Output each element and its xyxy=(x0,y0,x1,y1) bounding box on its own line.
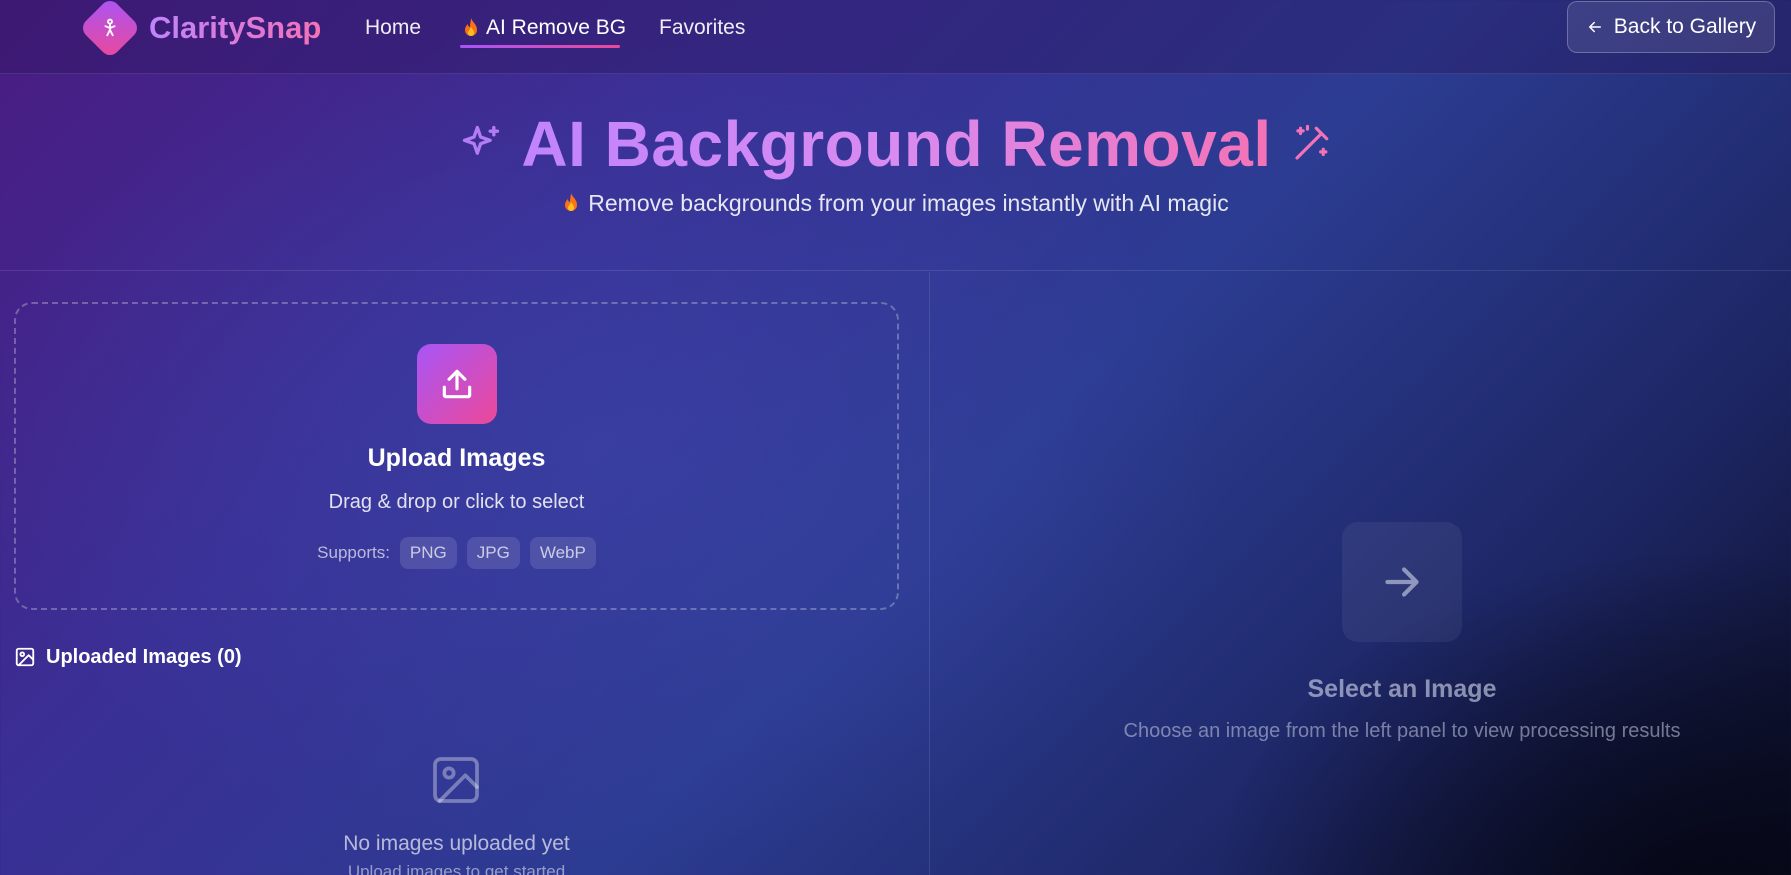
hero-title-row: AI Background Removal xyxy=(0,105,1791,183)
top-nav: ClaritySnap Home AI Remove BG Favorites … xyxy=(0,0,1791,74)
fire-icon xyxy=(465,18,477,36)
back-to-gallery-label: Back to Gallery xyxy=(1613,15,1757,38)
page-header: AI Background Removal Remove backgrounds… xyxy=(0,75,1791,271)
nav-ai-remove-bg[interactable]: AI Remove BG xyxy=(462,14,626,42)
logo-badge xyxy=(78,0,142,60)
page-subtitle-text: Remove backgrounds from your images inst… xyxy=(588,189,1229,216)
page-title: AI Background Removal xyxy=(521,105,1271,183)
nav-home-label: Home xyxy=(365,16,422,39)
brand-name[interactable]: ClaritySnap xyxy=(149,8,321,48)
arrow-placeholder xyxy=(1342,522,1462,642)
nav-ai-remove-bg-label: AI Remove BG xyxy=(486,16,627,39)
format-badge: PNG xyxy=(399,537,457,569)
arrow-right-icon xyxy=(1385,567,1419,597)
format-badge: JPG xyxy=(466,537,520,569)
select-image-title: Select an Image xyxy=(1307,675,1497,703)
logo[interactable] xyxy=(78,0,142,60)
upload-icon xyxy=(442,369,472,399)
uploaded-images-title: Uploaded Images (0) xyxy=(46,645,242,668)
supported-formats: Supports: PNG JPG WebP xyxy=(16,536,897,570)
empty-state-title: No images uploaded yet xyxy=(343,832,570,855)
fire-icon xyxy=(565,193,578,211)
active-tab-indicator xyxy=(460,45,620,48)
empty-state-subtitle: Upload images to get started xyxy=(347,862,566,875)
select-image-subtitle: Choose an image from the left panel to v… xyxy=(1123,720,1681,742)
magic-wand-icon xyxy=(1295,124,1328,160)
upload-icon-badge xyxy=(417,344,497,424)
arrow-left-icon xyxy=(1588,21,1601,33)
upload-panel: Upload Images Drag & drop or click to se… xyxy=(0,272,929,875)
back-to-gallery-button[interactable]: Back to Gallery xyxy=(1567,1,1775,53)
sparkles-icon xyxy=(463,125,500,155)
uploaded-images-header: Uploaded Images (0) xyxy=(14,642,242,672)
result-panel: Select an Image Choose an image from the… xyxy=(930,272,1791,875)
magic-person-icon xyxy=(104,18,116,37)
image-icon xyxy=(15,647,35,667)
nav-favorites[interactable]: Favorites xyxy=(659,14,745,42)
page-subtitle: Remove backgrounds from your images inst… xyxy=(0,187,1791,219)
nav-home[interactable]: Home xyxy=(365,14,421,42)
format-badge: WebP xyxy=(529,537,596,569)
upload-title: Upload Images xyxy=(367,444,546,472)
image-placeholder-icon xyxy=(433,757,479,803)
upload-subtitle: Drag & drop or click to select xyxy=(328,491,585,513)
nav-favorites-label: Favorites xyxy=(659,16,746,39)
upload-dropzone[interactable]: Upload Images Drag & drop or click to se… xyxy=(14,302,899,610)
supports-label: Supports: xyxy=(317,543,390,562)
